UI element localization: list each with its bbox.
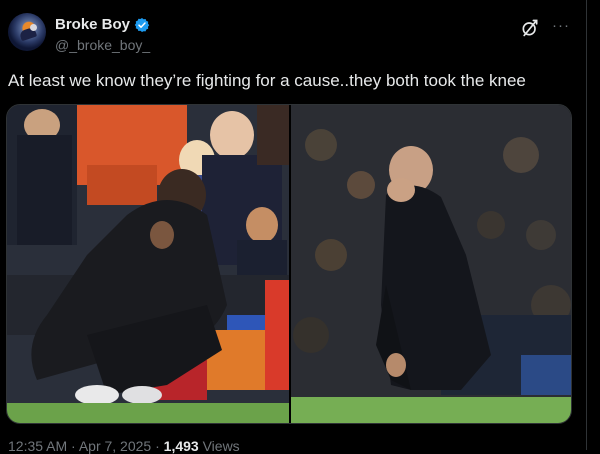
media-photo-left[interactable] bbox=[7, 105, 289, 423]
right-photo-illustration bbox=[291, 105, 571, 423]
author-name[interactable]: Broke Boy bbox=[55, 16, 130, 33]
media-container[interactable] bbox=[6, 104, 572, 424]
verified-badge-icon bbox=[134, 17, 150, 32]
timestamp[interactable]: 12:35 AM · Apr 7, 2025 · bbox=[8, 438, 164, 454]
author-handle[interactable]: @_broke_boy_ bbox=[55, 37, 150, 53]
views-count: 1,493 bbox=[163, 438, 199, 454]
avatar[interactable] bbox=[8, 13, 46, 51]
tweet-text: At least we know they’re fighting for a … bbox=[8, 71, 526, 90]
more-icon[interactable]: ··· bbox=[552, 17, 570, 34]
media-photo-right[interactable] bbox=[291, 105, 571, 423]
avatar-head bbox=[30, 24, 37, 31]
author-row: Broke Boy bbox=[55, 16, 150, 33]
timeline-border bbox=[586, 0, 587, 450]
views-label: Views bbox=[198, 438, 240, 454]
timestamp-row: 12:35 AM · Apr 7, 2025 · 1,493 Views bbox=[8, 438, 240, 454]
left-photo-illustration bbox=[7, 105, 289, 423]
grok-icon[interactable] bbox=[520, 18, 540, 38]
